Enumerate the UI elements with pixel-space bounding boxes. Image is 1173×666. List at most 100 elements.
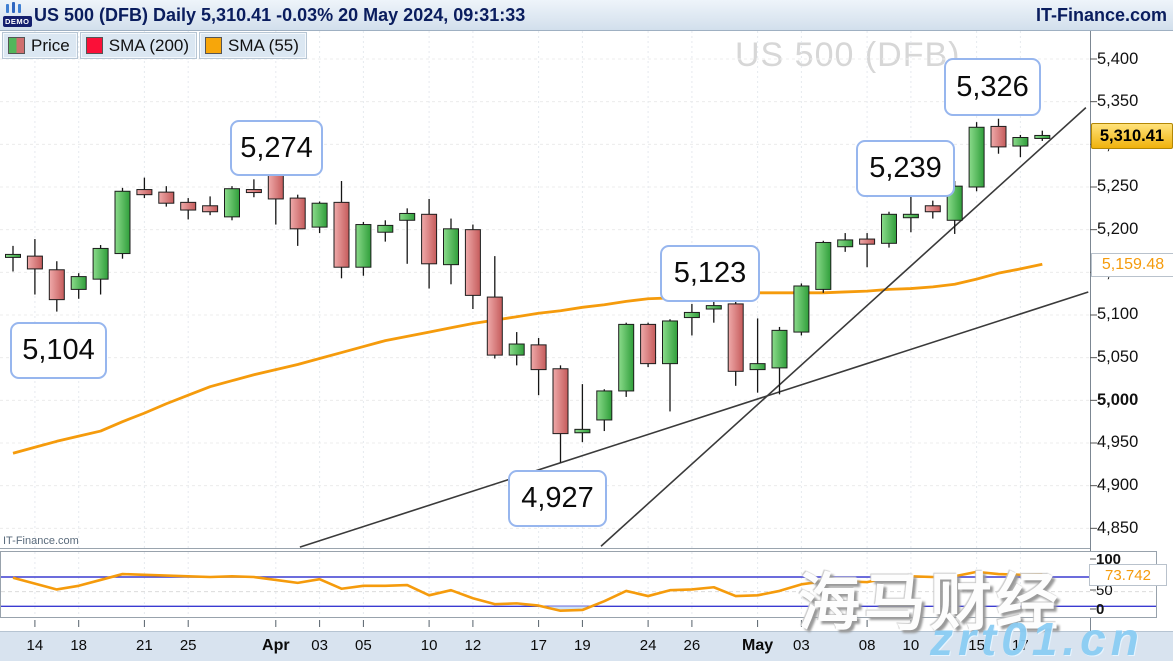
candle-body-Apr-30 <box>728 304 743 371</box>
candle-body-Apr-08 <box>378 225 393 232</box>
candle-body-Mar-19 <box>93 248 108 279</box>
x-axis-label-12: 26 <box>672 637 712 654</box>
candle-body-Mar-15 <box>49 270 64 300</box>
x-axis-label-17: 15 <box>957 637 997 654</box>
y-axis-label-5400: 5,400 <box>1097 50 1138 69</box>
chart-title: US 500 (DFB) Daily 5,310.41 -0.03% 20 Ma… <box>34 5 525 26</box>
y-axis-label-5350: 5,350 <box>1097 92 1138 111</box>
x-axis-label-0: 14 <box>15 637 55 654</box>
price-callout-5104: 5,104 <box>10 322 107 379</box>
x-axis-label-6: 05 <box>343 637 383 654</box>
x-axis-label-10: 19 <box>562 637 602 654</box>
demo-account-icon: DEMO <box>3 3 28 27</box>
sma55-price-tag: 5,159.48 <box>1091 253 1173 277</box>
candle-body-May-01 <box>750 364 765 370</box>
x-axis-label-9: 17 <box>519 637 559 654</box>
candle-body-May-03 <box>794 286 809 332</box>
x-axis-label-4: Apr <box>256 637 296 655</box>
candle-body-May-10 <box>903 214 918 217</box>
x-axis-label-8: 12 <box>453 637 493 654</box>
last-price-tag: 5,310.41 <box>1091 123 1173 149</box>
candle-body-Mar-18 <box>71 277 86 290</box>
x-axis-label-14: 03 <box>781 637 821 654</box>
y-axis-label-5100: 5,100 <box>1097 305 1138 324</box>
top-info-bar: DEMO US 500 (DFB) Daily 5,310.41 -0.03% … <box>0 0 1173 31</box>
candle-body-May-02 <box>772 330 787 368</box>
candle-body-Apr-25 <box>663 321 678 364</box>
price-callout-4927: 4,927 <box>508 470 607 527</box>
x-axis-label-16: 10 <box>891 637 931 654</box>
candle-body-May-13 <box>925 206 940 212</box>
y-axis-label-5250: 5,250 <box>1097 177 1138 196</box>
candle-body-May-20 <box>1035 135 1050 138</box>
candle-body-Mar-22 <box>159 192 174 203</box>
sma200-swatch-icon <box>86 37 103 54</box>
candle-body-May-06 <box>816 242 831 289</box>
price-swatch-icon <box>8 37 25 54</box>
candle-body-May-07 <box>838 240 853 247</box>
y-axis-label-4850: 4,850 <box>1097 519 1138 538</box>
candle-body-Mar-13 <box>6 254 21 257</box>
x-axis-label-2: 21 <box>124 637 164 654</box>
candle-body-Apr-10 <box>422 214 437 263</box>
candle-body-Mar-28 <box>246 190 261 193</box>
legend-sma200-button[interactable]: SMA (200) <box>80 32 197 59</box>
y-axis-label-5050: 5,050 <box>1097 348 1138 367</box>
legend-sma200-label: SMA (200) <box>109 36 189 56</box>
y-axis-label-4900: 4,900 <box>1097 476 1138 495</box>
rsi-axis-label-0: 0 <box>1096 601 1104 618</box>
candle-body-May-15 <box>969 127 984 187</box>
candle-body-Apr-23 <box>619 324 634 391</box>
y-axis-label-5200: 5,200 <box>1097 220 1138 239</box>
candle-body-Apr-03 <box>312 203 327 227</box>
candle-body-Apr-11 <box>444 229 459 265</box>
candle-body-Apr-15 <box>487 297 502 355</box>
candle-body-May-17 <box>1013 138 1028 147</box>
x-axis-label-7: 10 <box>409 637 449 654</box>
x-axis-label-13: May <box>738 637 778 655</box>
candle-body-Apr-04 <box>334 202 349 267</box>
legend-sma55-label: SMA (55) <box>228 36 299 56</box>
candle-body-Mar-25 <box>181 202 196 210</box>
candle-body-Apr-12 <box>465 230 480 296</box>
candle-body-Apr-05 <box>356 225 371 268</box>
candle-body-Apr-02 <box>290 198 305 229</box>
candle-body-Apr-19 <box>575 429 590 432</box>
pane-brand-text: IT-Finance.com <box>3 535 79 547</box>
candle-body-Mar-27 <box>225 189 240 217</box>
candle-body-Apr-16 <box>509 344 524 355</box>
rsi-value-tag: 73.742 <box>1089 564 1167 586</box>
x-axis-label-1: 18 <box>59 637 99 654</box>
x-axis-label-15: 08 <box>847 637 887 654</box>
price-callout-5274: 5,274 <box>230 120 323 176</box>
candle-body-Mar-26 <box>203 206 218 212</box>
candle-body-Apr-24 <box>641 324 656 363</box>
legend-price-label: Price <box>31 36 70 56</box>
demo-badge: DEMO <box>3 16 32 27</box>
candle-body-Mar-14 <box>27 256 42 269</box>
x-axis-label-5: 03 <box>300 637 340 654</box>
candle-body-Apr-26 <box>684 312 699 317</box>
candle-body-Apr-22 <box>597 391 612 420</box>
mini-candles-icon <box>6 4 21 13</box>
x-axis-label-18: 17 <box>1000 637 1040 654</box>
candle-body-Apr-09 <box>400 213 415 220</box>
y-axis-label-5000: 5,000 <box>1097 391 1138 410</box>
candle-body-Apr-29 <box>706 306 721 309</box>
x-axis-label-11: 24 <box>628 637 668 654</box>
legend-sma55-button[interactable]: SMA (55) <box>199 32 307 59</box>
y-axis-label-4950: 4,950 <box>1097 433 1138 452</box>
legend-price-button[interactable]: Price <box>2 32 78 59</box>
candle-body-May-09 <box>882 214 897 243</box>
price-callout-5123: 5,123 <box>660 245 760 302</box>
price-callout-5326: 5,326 <box>944 58 1041 116</box>
brand-link[interactable]: IT-Finance.com <box>1036 5 1167 26</box>
candle-body-Apr-17 <box>531 345 546 370</box>
legend-row: Price SMA (200) SMA (55) <box>2 32 307 59</box>
x-axis-label-3: 25 <box>168 637 208 654</box>
price-callout-5239: 5,239 <box>856 140 955 197</box>
candle-body-May-08 <box>860 239 875 244</box>
candle-body-Mar-20 <box>115 191 130 253</box>
sma55-swatch-icon <box>205 37 222 54</box>
candle-body-Apr-18 <box>553 369 568 434</box>
